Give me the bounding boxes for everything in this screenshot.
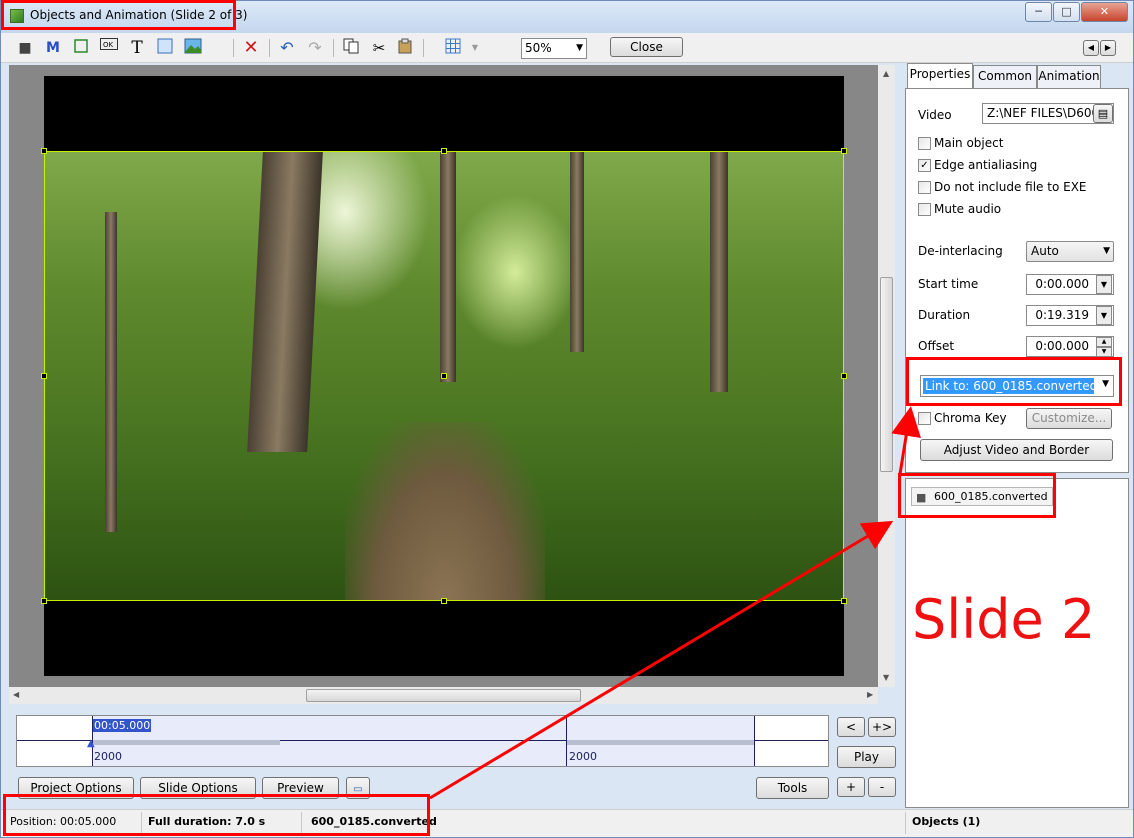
arrow-to-link — [891, 406, 921, 475]
annotation-arrows — [429, 406, 921, 800]
slide-annotation-label: Slide 2 — [912, 588, 1096, 651]
arrow-to-object — [429, 520, 894, 800]
